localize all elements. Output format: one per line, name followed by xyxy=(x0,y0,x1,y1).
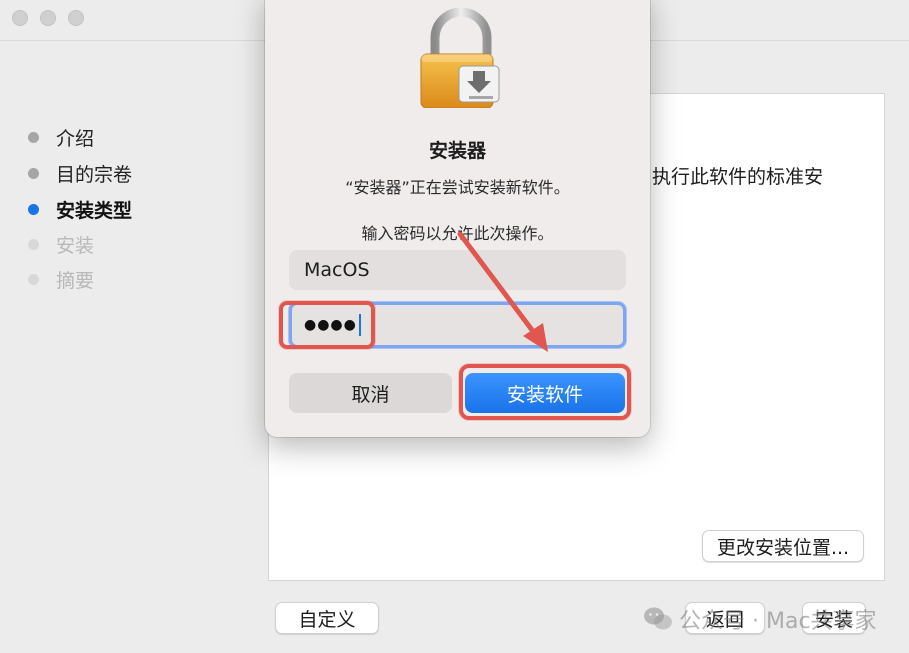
step-installation-type: 安装类型 xyxy=(28,194,132,224)
install-button[interactable]: 安装 xyxy=(802,602,866,634)
zoom-window-button[interactable] xyxy=(68,10,84,26)
step-destination: 目的宗卷 xyxy=(28,158,132,188)
content-description: 执行此软件的标准安 xyxy=(652,166,824,188)
step-dot-icon xyxy=(28,131,39,143)
step-label: 摘要 xyxy=(56,269,95,292)
step-introduction: 介绍 xyxy=(28,122,94,152)
step-label: 介绍 xyxy=(56,127,95,150)
step-label: 目的宗卷 xyxy=(56,163,133,186)
change-install-location-button[interactable]: 更改安装位置... xyxy=(702,530,864,562)
step-label: 安装类型 xyxy=(56,199,133,222)
username-field[interactable]: MacOS xyxy=(289,250,626,290)
step-dot-icon xyxy=(28,238,39,250)
close-window-button[interactable] xyxy=(12,10,28,26)
step-install: 安装 xyxy=(28,229,94,259)
dialog-prompt: 输入密码以允许此次操作。 xyxy=(361,224,554,243)
dialog-title: 安装器 xyxy=(428,140,486,162)
step-dot-icon xyxy=(28,273,39,285)
install-software-button[interactable]: 安装软件 xyxy=(465,373,625,413)
customize-button[interactable]: 自定义 xyxy=(275,602,379,634)
wechat-icon xyxy=(644,607,672,630)
text-caret xyxy=(358,314,361,336)
password-value: ●●●● xyxy=(304,317,357,333)
username-value: MacOS xyxy=(304,259,370,281)
dialog-message: “安装器”正在尝试安装新软件。 xyxy=(345,178,570,197)
step-summary: 摘要 xyxy=(28,264,94,294)
cancel-button[interactable]: 取消 xyxy=(289,373,452,413)
step-dot-icon xyxy=(28,203,39,215)
back-button[interactable]: 返回 xyxy=(685,602,765,634)
step-label: 安装 xyxy=(56,234,95,257)
lock-icon xyxy=(420,8,500,108)
minimize-window-button[interactable] xyxy=(40,10,56,26)
password-field[interactable]: ●●●● xyxy=(289,302,626,348)
auth-dialog: 安装器 “安装器”正在尝试安装新软件。 输入密码以允许此次操作。 MacOS ●… xyxy=(265,0,650,437)
step-dot-icon xyxy=(28,167,39,179)
